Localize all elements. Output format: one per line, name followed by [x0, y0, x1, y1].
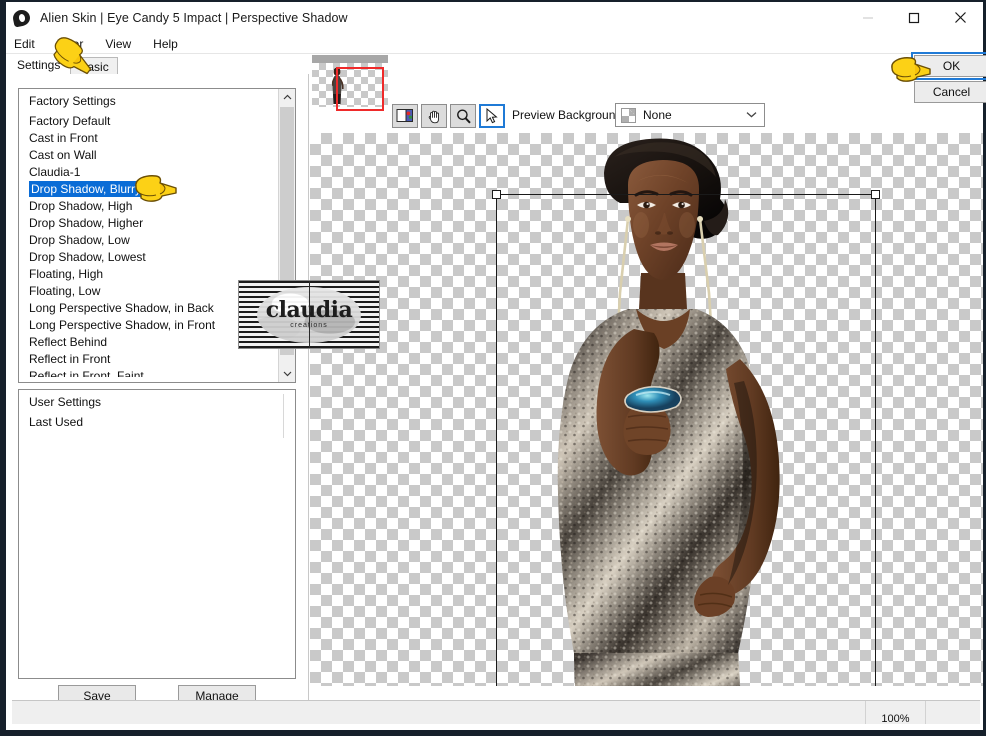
ok-button[interactable]: OK	[911, 52, 986, 80]
tab-bar: Settings Basic	[6, 55, 306, 75]
settings-panel: Factory Settings Factory Default Cast in…	[6, 74, 309, 706]
preview-panel: Preview Background: None	[310, 55, 983, 700]
tab-settings[interactable]: Settings	[9, 56, 69, 75]
preview-background-value: None	[643, 108, 672, 122]
selection-handle-top-left[interactable]	[492, 190, 501, 199]
list-item[interactable]: Drop Shadow, Low	[19, 232, 278, 249]
alien-skin-icon	[11, 8, 32, 28]
magnifier-icon[interactable]	[450, 104, 476, 128]
list-item[interactable]: Factory Default	[19, 113, 278, 130]
preview-canvas[interactable]	[310, 133, 983, 686]
list-item[interactable]: Drop Shadow, High	[19, 198, 278, 215]
arrow-select-icon[interactable]	[479, 104, 505, 128]
list-item-selected[interactable]: Drop Shadow, Blurry	[29, 181, 148, 197]
preview-background-label: Preview Background:	[512, 108, 626, 122]
status-message-area	[12, 701, 866, 724]
before-after-icon[interactable]	[392, 104, 418, 128]
status-bar: 100%	[12, 700, 980, 724]
list-item[interactable]: Reflect in Front, Faint	[19, 368, 278, 377]
list-item[interactable]: Factory Settings	[19, 93, 278, 110]
chevron-up-icon[interactable]	[279, 89, 295, 106]
preview-toolbar	[392, 103, 505, 129]
title-bar: Alien Skin | Eye Candy 5 Impact | Perspe…	[6, 2, 983, 34]
list-divider	[283, 394, 284, 438]
menu-item-view[interactable]: View	[105, 37, 131, 51]
maximize-icon[interactable]	[891, 2, 937, 33]
menu-item-help[interactable]: Help	[153, 37, 178, 51]
list-item[interactable]: User Settings	[19, 394, 283, 411]
list-item[interactable]: Reflect in Front	[19, 351, 278, 368]
menu-bar: Edit Filter View Help	[6, 34, 983, 54]
application-window: Alien Skin | Eye Candy 5 Impact | Perspe…	[0, 0, 986, 736]
zoom-level-indicator[interactable]: 100%	[866, 701, 926, 724]
menu-item-filter[interactable]: Filter	[57, 37, 84, 51]
list-item[interactable]: Cast in Front	[19, 130, 278, 147]
thumbnail-selection-rect[interactable]	[336, 67, 384, 111]
close-icon[interactable]	[937, 2, 983, 33]
tab-basic[interactable]: Basic	[70, 57, 118, 75]
status-right-area	[926, 701, 980, 724]
chevron-down-icon[interactable]	[746, 110, 757, 121]
watermark-divider	[309, 281, 310, 348]
hand-icon[interactable]	[421, 104, 447, 128]
user-settings-listbox[interactable]: User Settings Last Used	[18, 389, 296, 679]
list-item[interactable]: Drop Shadow, Lowest	[19, 249, 278, 266]
transparency-swatch-icon	[621, 107, 636, 123]
list-item[interactable]: Claudia-1	[19, 164, 278, 181]
selection-handle-top-right[interactable]	[871, 190, 880, 199]
chevron-down-icon[interactable]	[279, 365, 295, 382]
window-controls	[845, 2, 983, 34]
list-item[interactable]: Last Used	[19, 414, 283, 431]
preview-background-select[interactable]: None	[615, 103, 765, 127]
list-item[interactable]: Drop Shadow, Higher	[19, 215, 278, 232]
claudia-watermark: claudia creations	[238, 280, 380, 349]
selection-bounding-box[interactable]	[492, 190, 880, 686]
minimize-icon[interactable]	[845, 2, 891, 33]
menu-item-edit[interactable]: Edit	[14, 37, 35, 51]
cancel-button[interactable]: Cancel	[914, 81, 986, 103]
list-item[interactable]: Cast on Wall	[19, 147, 278, 164]
window-title: Alien Skin | Eye Candy 5 Impact | Perspe…	[40, 11, 348, 25]
